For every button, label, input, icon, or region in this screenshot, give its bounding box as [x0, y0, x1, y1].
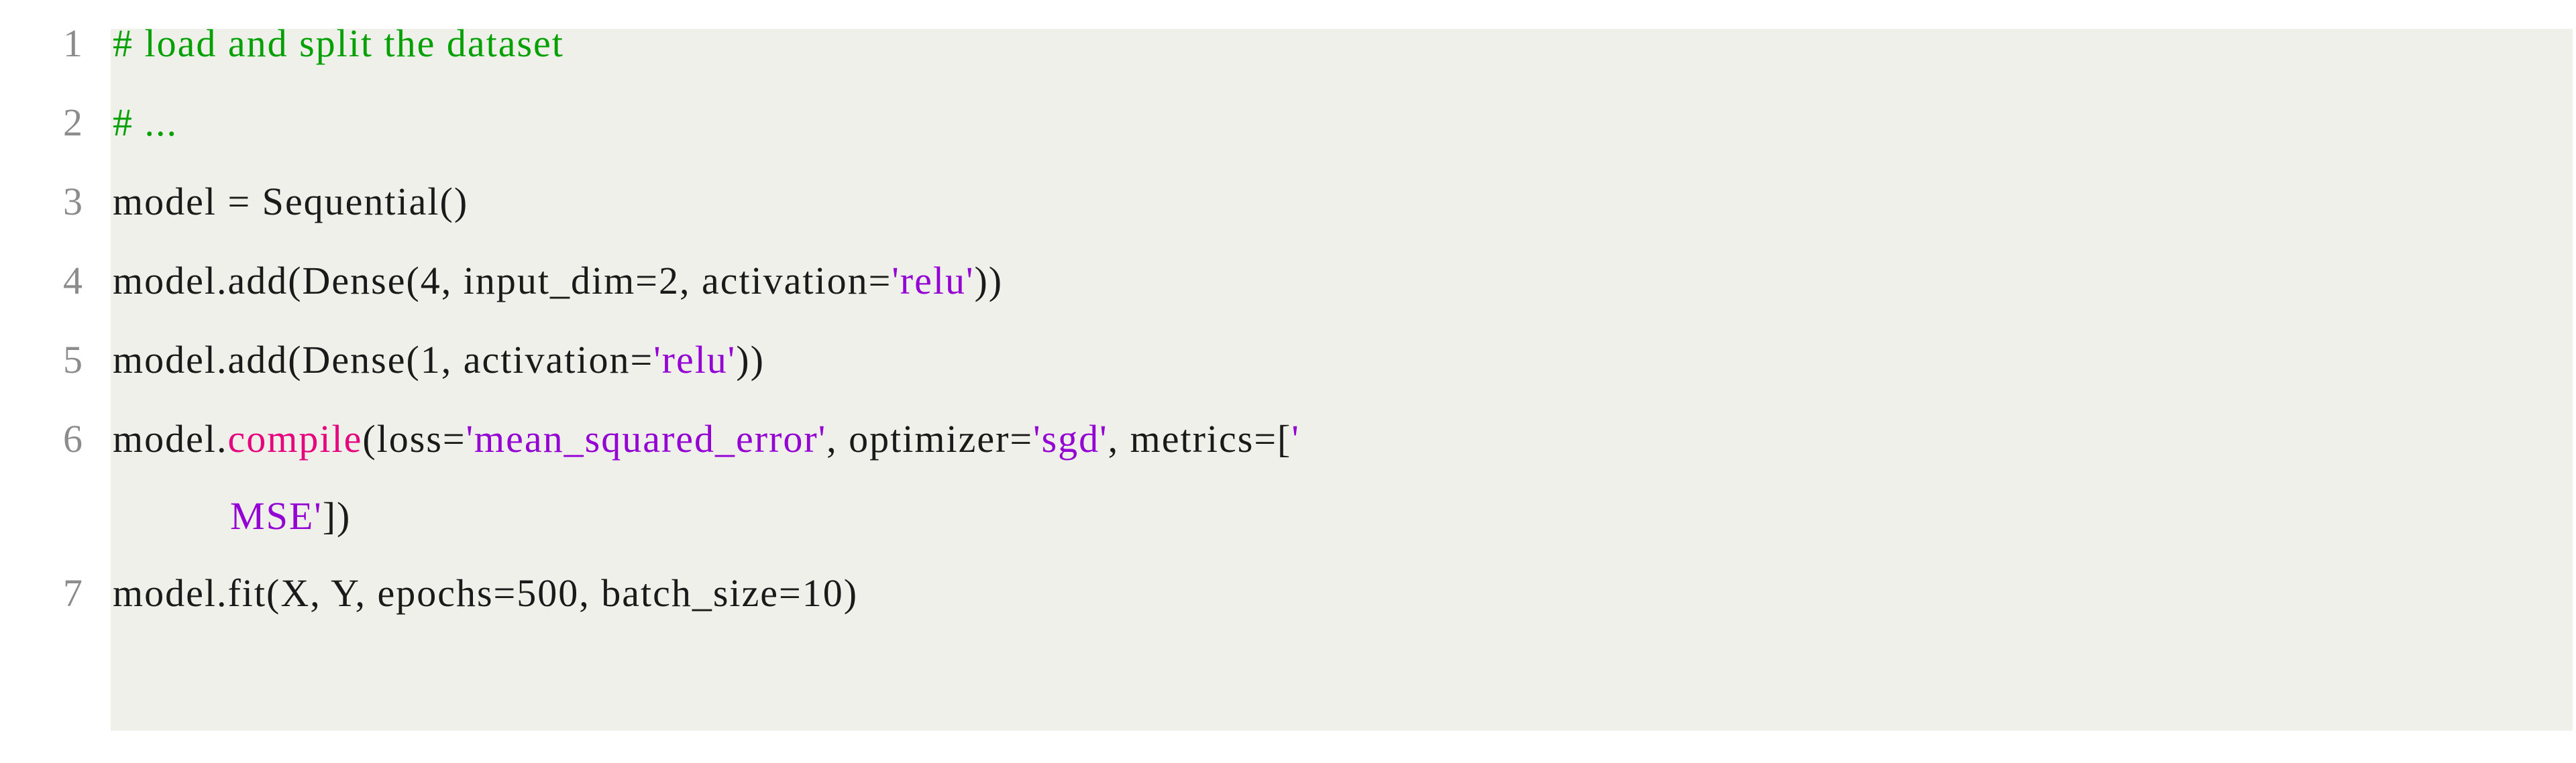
code-line: 5 model.add(Dense(1, activation='relu')): [0, 320, 2576, 400]
code-line: 4 model.add(Dense(4, input_dim=2, activat…: [0, 241, 2576, 320]
code-token-plain: model.: [113, 417, 228, 461]
code-token-plain: , optimizer=: [826, 417, 1034, 461]
code-token-method: compile: [227, 417, 363, 461]
code-line: 1 # load and split the dataset: [0, 4, 2576, 83]
code-token-string: 'relu': [892, 259, 975, 302]
code-line-text: model = Sequential(): [101, 162, 2576, 241]
code-line: 6 model.compile(loss='mean_squared_error'…: [0, 400, 2576, 479]
code-token-string: ': [1291, 417, 1300, 461]
code-token-plain: , metrics=[: [1108, 417, 1292, 461]
code-token-string: 'mean_squared_error': [466, 417, 827, 461]
line-number: 6: [63, 417, 83, 461]
code-line: 2 # ...: [0, 83, 2576, 162]
line-number: 7: [63, 571, 83, 615]
code-token-string: MSE': [230, 494, 323, 538]
code-line-text: model.add(Dense(4, input_dim=2, activati…: [101, 241, 2576, 320]
code-listing: 1 # load and split the dataset 2 # ... 3 mode…: [0, 0, 2576, 763]
line-number: 1: [63, 21, 83, 65]
code-token-plain: model.fit(X, Y, epochs=500, batch_size=1…: [113, 571, 859, 615]
code-token-string: 'relu': [653, 338, 737, 382]
code-line-text: MSE']): [101, 479, 2576, 554]
code-token-comment: # load and split the dataset: [113, 21, 564, 65]
code-line: 3 model = Sequential(): [0, 162, 2576, 241]
code-token-plain: model.add(Dense(1, activation=: [113, 338, 654, 382]
code-line-text: model.compile(loss='mean_squared_error',…: [101, 400, 2576, 479]
line-number: 5: [63, 338, 83, 382]
line-number: 4: [63, 259, 83, 302]
code-line-continuation: MSE']): [0, 479, 2576, 554]
code-line-text: # ...: [101, 83, 2576, 162]
line-number: 3: [63, 180, 83, 223]
code-line-text: model.fit(X, Y, epochs=500, batch_size=1…: [101, 554, 2576, 633]
code-token-plain: )): [736, 338, 765, 382]
code-line-text: model.add(Dense(1, activation='relu')): [101, 320, 2576, 400]
code-token-plain: ]): [322, 494, 352, 538]
line-number: 2: [63, 101, 83, 144]
code-token-plain: )): [974, 259, 1004, 302]
code-token-plain: model.add(Dense(4, input_dim=2, activati…: [113, 259, 892, 302]
code-token-plain: model = Sequential(): [113, 180, 469, 223]
code-token-string: 'sgd': [1033, 417, 1108, 461]
code-line-text: # load and split the dataset: [101, 4, 2576, 83]
code-lines-container: 1 # load and split the dataset 2 # ... 3 mode…: [0, 0, 2576, 633]
code-line: 7 model.fit(X, Y, epochs=500, batch_size=…: [0, 554, 2576, 633]
code-token-plain: (loss=: [362, 417, 466, 461]
code-token-comment: # ...: [113, 101, 178, 144]
